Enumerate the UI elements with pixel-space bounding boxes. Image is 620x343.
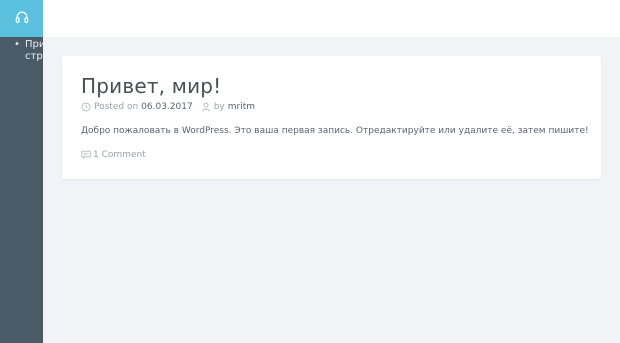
sidebar-menu-item-line2[interactable]: стра (25, 51, 43, 63)
post-date-link[interactable]: 06.03.2017 (141, 101, 193, 113)
sidebar: • Прив стра (0, 0, 43, 343)
post-comments-link[interactable]: 1 Comment (81, 149, 146, 161)
post-author-link[interactable]: mritm (228, 101, 255, 113)
post-card: Привет, мир! Posted on 06.03.2017 by mri… (62, 56, 601, 179)
topbar (43, 0, 620, 37)
comments-count[interactable]: 1 Comment (93, 149, 146, 161)
post-title[interactable]: Привет, мир! (81, 73, 221, 99)
post-excerpt: Добро пожаловать в WordPress. Это ваша п… (81, 126, 589, 136)
user-icon (201, 102, 211, 112)
comment-icon (81, 150, 91, 160)
posted-on-label: Posted on (94, 102, 139, 112)
clock-icon (81, 102, 91, 112)
sidebar-menu: • Прив стра (0, 37, 43, 63)
sidebar-menu-item-line1[interactable]: Прив (25, 39, 43, 51)
bullet-icon: • (14, 39, 20, 50)
post-meta: Posted on 06.03.2017 by mritm (81, 101, 255, 113)
headphones-icon[interactable] (15, 9, 29, 28)
sidebar-header[interactable] (0, 0, 43, 37)
by-label: by (213, 102, 225, 112)
sidebar-menu-item[interactable]: • Прив стра (0, 37, 43, 63)
